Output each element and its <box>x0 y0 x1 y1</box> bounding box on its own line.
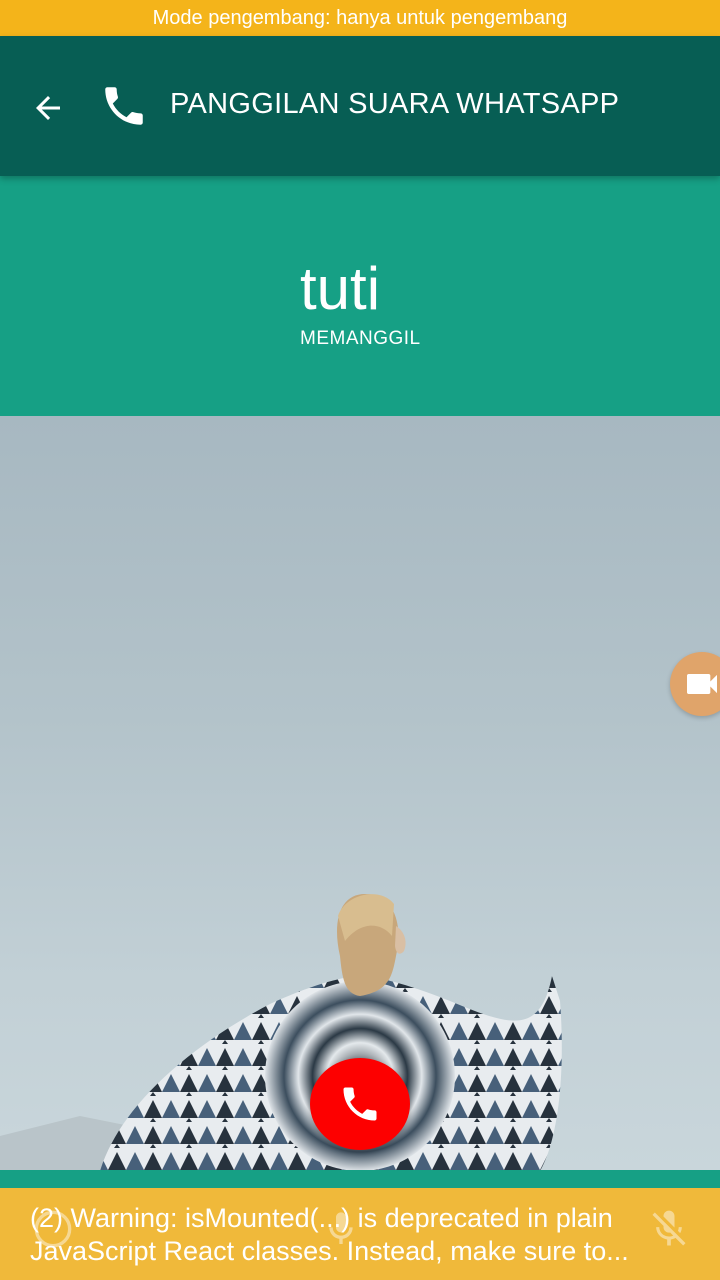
warning-message: (2) Warning: isMounted(...) is deprecate… <box>30 1202 650 1268</box>
video-camera-icon <box>687 674 717 694</box>
end-call-button[interactable] <box>310 1058 410 1150</box>
developer-mode-banner: Mode pengembang: hanya untuk pengembang <box>0 0 720 36</box>
developer-mode-text: Mode pengembang: hanya untuk pengembang <box>152 6 568 29</box>
warning-toast[interactable]: (2) Warning: isMounted(...) is deprecate… <box>0 1188 720 1280</box>
phone-icon <box>98 80 150 132</box>
warning-line-1: (2) Warning: isMounted(...) is deprecate… <box>30 1203 613 1233</box>
warning-line-2: JavaScript React classes. Instead, make … <box>30 1236 629 1266</box>
phone-icon <box>343 1087 377 1121</box>
mute-microphone-icon[interactable] <box>644 1204 694 1254</box>
caller-photo-illustration <box>0 894 562 1170</box>
caller-name: tuti <box>300 255 381 322</box>
caller-photo <box>0 416 720 1170</box>
page-title: PANGGILAN SUARA WHATSAPP <box>170 88 620 120</box>
bottom-divider <box>0 1170 720 1188</box>
back-button[interactable] <box>26 86 70 130</box>
arrow-left-icon <box>36 96 60 120</box>
call-status: MEMANGGIL <box>300 328 421 349</box>
app-bar: PANGGILAN SUARA WHATSAPP <box>0 36 720 176</box>
caller-info-panel: tuti MEMANGGIL <box>0 176 720 416</box>
